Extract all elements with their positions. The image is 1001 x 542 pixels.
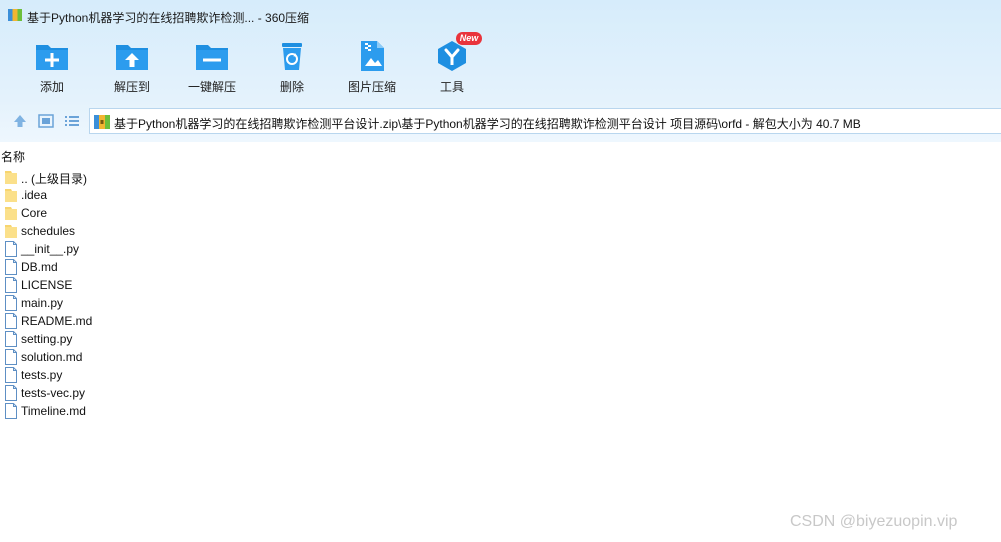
extract-folder-icon <box>116 45 148 70</box>
extract-to-label: 解压到 <box>113 80 150 94</box>
file-icon <box>5 313 17 329</box>
file-row[interactable]: main.py <box>0 294 400 312</box>
folder-row[interactable]: .idea <box>0 186 400 204</box>
file-icon <box>5 277 17 293</box>
archive-app-icon <box>8 9 22 21</box>
item-name: DB.md <box>21 260 58 274</box>
file-row[interactable]: Timeline.md <box>0 402 400 420</box>
file-row[interactable]: LICENSE <box>0 276 400 294</box>
column-header: 名称 <box>0 146 1001 164</box>
address-bar[interactable]: 基于Python机器学习的在线招聘欺诈检测平台设计.zip\基于Python机器… <box>89 108 1001 134</box>
item-name: setting.py <box>21 332 73 346</box>
tools-label: 工具 <box>439 80 464 94</box>
one-click-extract-label: 一键解压 <box>187 80 236 94</box>
file-icon <box>5 295 17 311</box>
folder-icon <box>5 225 17 238</box>
image-compress-button[interactable]: 图片压缩 <box>332 34 412 96</box>
image-zip-icon <box>361 41 384 71</box>
item-name: .idea <box>21 188 48 202</box>
file-row[interactable]: solution.md <box>0 348 400 366</box>
recycle-bin-icon <box>282 43 302 70</box>
file-row[interactable]: setting.py <box>0 330 400 348</box>
up-arrow-icon[interactable] <box>11 112 29 130</box>
folder-row[interactable]: Core <box>0 204 400 222</box>
name-column-header[interactable]: 名称 <box>1 148 25 165</box>
add-label: 添加 <box>39 80 64 94</box>
file-row[interactable]: __init__.py <box>0 240 400 258</box>
folder-icon <box>5 171 17 184</box>
file-icon <box>5 259 17 275</box>
item-name: LICENSE <box>21 278 73 292</box>
address-row: 基于Python机器学习的在线招聘欺诈检测平台设计.zip\基于Python机器… <box>0 106 1001 136</box>
list-view-icon[interactable] <box>63 112 81 130</box>
item-name: tests-vec.py <box>21 386 86 400</box>
folder-icon <box>5 189 17 202</box>
top-panel: 基于Python机器学习的在线招聘欺诈检测... - 360压缩 添加 解压到 <box>0 0 1001 142</box>
folder-row[interactable]: .. (上级目录) <box>0 168 400 186</box>
image-compress-label: 图片压缩 <box>347 80 396 94</box>
add-button[interactable]: 添加 <box>12 34 92 96</box>
title-bar: 基于Python机器学习的在线招聘欺诈检测... - 360压缩 <box>0 0 1001 30</box>
file-row[interactable]: tests.py <box>0 366 400 384</box>
file-icon <box>5 349 17 365</box>
file-row[interactable]: tests-vec.py <box>0 384 400 402</box>
item-name: tests.py <box>21 368 63 382</box>
folder-icon <box>5 207 17 220</box>
item-name: README.md <box>21 314 93 328</box>
file-icon <box>5 367 17 383</box>
tools-button[interactable]: 工具 <box>412 34 492 96</box>
item-name: Timeline.md <box>21 404 86 418</box>
delete-label: 删除 <box>279 80 304 94</box>
item-name: __init__.py <box>21 242 80 256</box>
address-path: 基于Python机器学习的在线招聘欺诈检测平台设计.zip\基于Python机器… <box>114 117 861 131</box>
one-click-extract-button[interactable]: 一键解压 <box>172 34 252 96</box>
item-name: schedules <box>21 224 76 238</box>
file-icon <box>5 331 17 347</box>
thumbnail-view-icon[interactable] <box>37 112 55 130</box>
folder-row[interactable]: schedules <box>0 222 400 240</box>
file-icon <box>5 403 17 419</box>
file-icon <box>5 385 17 401</box>
file-list: .. (上级目录) .idea Core schedules __init__.py DB… <box>0 168 400 420</box>
file-row[interactable]: DB.md <box>0 258 400 276</box>
item-name: .. (上级目录) <box>21 172 87 186</box>
add-folder-icon <box>36 45 68 70</box>
window-title: 基于Python机器学习的在线招聘欺诈检测... - 360压缩 <box>27 11 310 25</box>
item-name: Core <box>21 206 48 220</box>
item-name: solution.md <box>21 350 83 364</box>
archive-file-icon <box>94 115 110 129</box>
quick-extract-folder-icon <box>196 45 228 70</box>
extract-to-button[interactable]: 解压到 <box>92 34 172 96</box>
watermark: CSDN @biyezuopin.vip <box>790 513 958 530</box>
toolbar: 添加 解压到 一键解压 删除 图片压缩 工具 <box>0 34 1001 96</box>
file-row[interactable]: README.md <box>0 312 400 330</box>
delete-button[interactable]: 删除 <box>252 34 332 96</box>
new-badge: New <box>456 32 482 45</box>
item-name: main.py <box>21 296 64 310</box>
file-icon <box>5 241 17 257</box>
